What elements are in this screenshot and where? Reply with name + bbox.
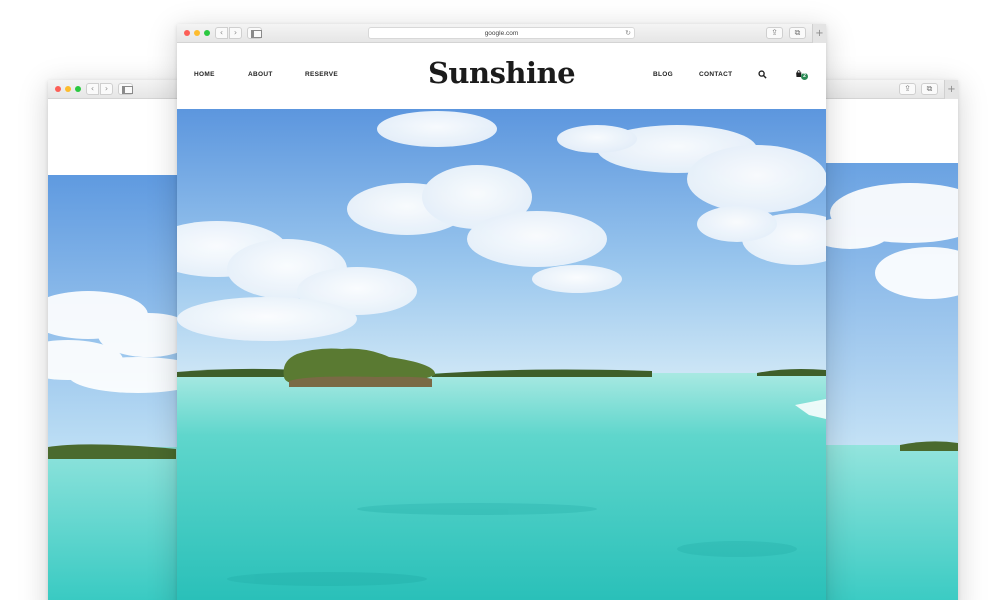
search-icon[interactable] <box>758 70 767 79</box>
history-buttons: ‹ › <box>215 27 242 39</box>
back-button[interactable]: ‹ <box>215 27 228 39</box>
sidebar-toggle-button[interactable] <box>118 83 133 95</box>
url-text: google.com <box>484 30 519 37</box>
site-header: HOME ABOUT RESERVE Sunshine BLOG CONTACT… <box>177 43 826 109</box>
window-controls <box>184 30 210 36</box>
reload-icon[interactable]: ↻ <box>625 28 631 39</box>
new-tab-button[interactable]: + <box>944 80 958 99</box>
hero-image <box>177 109 826 600</box>
tabs-button[interactable]: ⧉ <box>921 83 938 95</box>
nav-contact[interactable]: CONTACT <box>699 71 732 78</box>
tabs-button[interactable]: ⧉ <box>789 27 806 39</box>
tropical-sea-photo <box>177 109 826 600</box>
main-browser-window: ‹ › google.com ↻ ⇪ ⧉ + HOME ABOUT RESERV… <box>177 24 826 600</box>
forward-button[interactable]: › <box>100 83 113 95</box>
back-button[interactable]: ‹ <box>86 83 99 95</box>
sidebar-toggle-button[interactable] <box>247 27 262 39</box>
cart-count-badge: 2 <box>801 73 808 80</box>
history-buttons: ‹ › <box>86 83 113 95</box>
minimize-button[interactable] <box>65 86 71 92</box>
new-tab-button[interactable]: + <box>812 24 826 43</box>
close-button[interactable] <box>55 86 61 92</box>
browser-toolbar: ‹ › google.com ↻ ⇪ ⧉ + <box>177 24 826 43</box>
share-button[interactable]: ⇪ <box>899 83 916 95</box>
minimize-button[interactable] <box>194 30 200 36</box>
cart-button[interactable]: 2 <box>795 69 808 81</box>
forward-button[interactable]: › <box>229 27 242 39</box>
share-button[interactable]: ⇪ <box>766 27 783 39</box>
close-button[interactable] <box>184 30 190 36</box>
window-controls <box>55 86 81 92</box>
zoom-button[interactable] <box>204 30 210 36</box>
nav-blog[interactable]: BLOG <box>653 71 673 78</box>
address-bar[interactable]: google.com ↻ <box>368 27 635 39</box>
zoom-button[interactable] <box>75 86 81 92</box>
